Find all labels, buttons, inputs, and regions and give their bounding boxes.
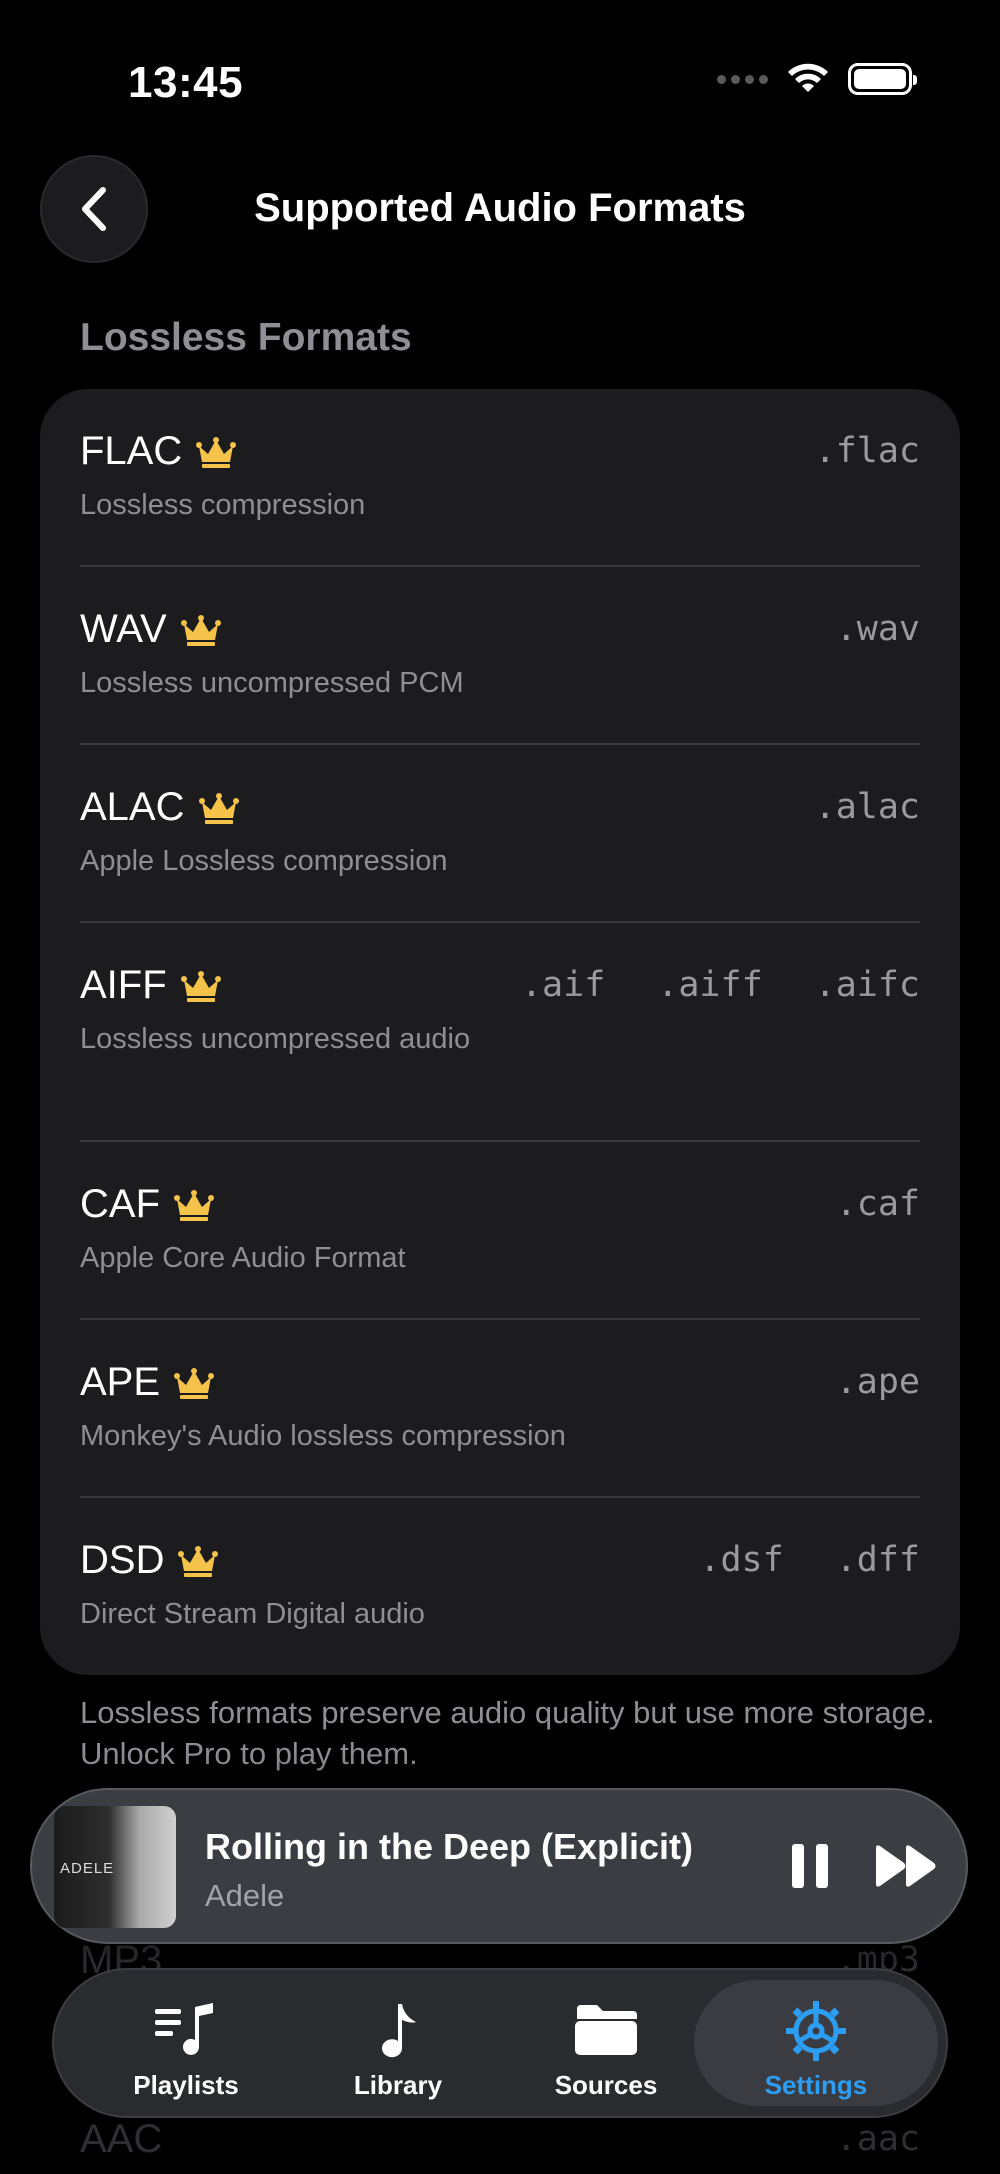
format-extensions: .wav — [836, 609, 920, 649]
format-name-text: APE — [80, 1360, 161, 1404]
format-description: Direct Stream Digital audio — [80, 1598, 425, 1630]
format-extensions: .ape — [836, 1362, 920, 1402]
fast-forward-button[interactable] — [874, 1844, 938, 1888]
format-name: FLAC — [80, 429, 237, 474]
tab-label: Library — [353, 2070, 443, 2100]
format-extensions: .dsf .dff — [699, 1540, 920, 1580]
track-artist: Adele — [205, 1878, 285, 1913]
crown-pro-icon — [180, 970, 221, 1002]
format-description: Lossless uncompressed PCM — [80, 667, 464, 699]
format-extensions: .alac — [815, 787, 920, 827]
format-extension: .aifc — [814, 965, 920, 1005]
track-title: Rolling in the Deep (Explicit) — [205, 1826, 694, 1867]
format-row-ape: APE Monkey's Audio lossless compression .a… — [80, 1320, 920, 1498]
tab-label: Settings — [764, 2070, 868, 2100]
format-extensions: .caf — [836, 1184, 920, 1224]
format-description: Apple Lossless compression — [80, 845, 448, 877]
tab-library[interactable]: Library — [298, 1970, 498, 2116]
behind-format-name: AAC — [80, 2117, 163, 2161]
music-note-icon — [382, 2004, 416, 2058]
format-extension: .dsf — [699, 1540, 784, 1580]
format-extension: .wav — [835, 609, 920, 649]
format-extensions: .aif .aiff .aifc — [521, 965, 920, 1005]
crown-pro-icon — [196, 436, 237, 468]
tab-sources[interactable]: Sources — [506, 1970, 706, 2116]
format-extensions: .flac — [815, 431, 920, 471]
format-name: CAF — [80, 1182, 214, 1227]
tab-playlists[interactable]: Playlists — [86, 1970, 286, 2116]
format-name-text: DSD — [80, 1538, 165, 1582]
format-row-alac: ALAC Apple Lossless compression .alac — [80, 745, 920, 923]
format-description: Apple Core Audio Format — [80, 1242, 406, 1274]
format-extension: .aiff — [657, 965, 763, 1005]
format-name-text: ALAC — [80, 785, 185, 829]
now-playing-bar[interactable]: ADELE Rolling in the Deep (Explicit) Ade… — [30, 1788, 968, 1944]
section-footnote: Lossless formats preserve audio quality … — [80, 1695, 935, 1771]
format-name-text: AIFF — [80, 963, 167, 1007]
battery-icon — [848, 63, 917, 95]
format-name: ALAC — [80, 785, 239, 830]
gear-icon — [786, 2001, 846, 2061]
format-name-text: FLAC — [80, 429, 183, 473]
status-icons — [717, 62, 917, 96]
album-art[interactable]: ADELE — [54, 1806, 176, 1928]
tab-bar: Playlists Library Sources Settings — [52, 1968, 948, 2118]
format-name-text: WAV — [80, 607, 167, 651]
page-title: Supported Audio Formats — [254, 186, 746, 230]
cellular-signal-icon — [717, 74, 768, 84]
crown-pro-icon — [174, 1367, 215, 1399]
crown-pro-icon — [174, 1189, 214, 1221]
wifi-icon — [788, 63, 828, 92]
format-extension: .flac — [814, 431, 920, 471]
format-row-aiff: AIFF Lossless uncompressed audio .aif .aiff… — [80, 923, 920, 1142]
status-time: 13:45 — [128, 58, 244, 107]
format-name: APE — [80, 1360, 215, 1405]
tab-label: Playlists — [133, 2070, 239, 2100]
format-extension: .aif — [520, 965, 606, 1005]
format-description: Monkey's Audio lossless compression — [80, 1420, 566, 1452]
format-extension: .alac — [814, 787, 920, 827]
format-name: AIFF — [80, 963, 221, 1008]
pause-button[interactable] — [790, 1842, 830, 1890]
format-name: WAV — [80, 607, 221, 652]
format-row-wav: WAV Lossless uncompressed PCM .wav — [80, 567, 920, 745]
album-art-text: ADELE — [60, 1860, 115, 1877]
tab-label: Sources — [554, 2070, 658, 2100]
playlists-icon — [155, 2003, 213, 2055]
format-extension: .caf — [835, 1184, 920, 1224]
section-header: Lossless Formats — [80, 316, 412, 359]
folder-icon — [575, 2005, 637, 2055]
format-row-dsd: DSD Direct Stream Digital audio .dsf .dff — [80, 1498, 920, 1675]
crown-pro-icon — [180, 614, 221, 646]
crown-pro-icon — [198, 792, 239, 824]
format-description: Lossless compression — [80, 489, 366, 521]
formats-card: FLAC Lossless compression .flac WAV Lossless… — [40, 389, 960, 1675]
crown-pro-icon — [178, 1545, 219, 1577]
format-description: Lossless uncompressed audio — [80, 1023, 471, 1055]
format-name: DSD — [80, 1538, 219, 1583]
format-row-flac: FLAC Lossless compression .flac — [80, 389, 920, 567]
format-row-caf: CAF Apple Core Audio Format .caf — [80, 1142, 920, 1320]
format-extension: .dff — [835, 1540, 920, 1580]
tab-settings[interactable]: Settings — [694, 1980, 938, 2106]
format-name-text: CAF — [80, 1182, 160, 1226]
behind-format-ext: .aac — [835, 2119, 920, 2159]
format-extension: .ape — [835, 1362, 920, 1402]
